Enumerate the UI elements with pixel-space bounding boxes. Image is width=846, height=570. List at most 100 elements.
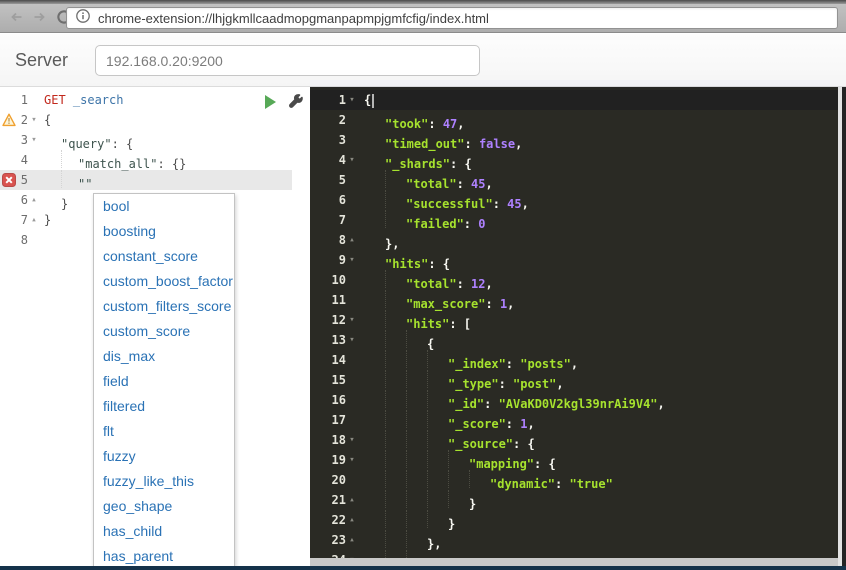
- autocomplete-item[interactable]: field: [94, 369, 234, 394]
- url-text: chrome-extension://lhjgkmllcaadmopgmanpa…: [98, 10, 489, 26]
- response-line[interactable]: 2 "took": 47,: [310, 110, 838, 131]
- line-number: 5: [20, 173, 28, 187]
- text-cursor: [372, 93, 375, 108]
- autocomplete-item[interactable]: custom_score: [94, 319, 234, 344]
- forward-icon[interactable]: [30, 6, 50, 28]
- response-line[interactable]: 1 ▾{: [310, 90, 838, 110]
- server-input[interactable]: [95, 45, 480, 76]
- error-icon: [2, 173, 16, 187]
- line-number: 6: [20, 193, 28, 207]
- line-number: 22: [331, 513, 346, 527]
- fold-down-icon[interactable]: ▾: [346, 250, 358, 270]
- fold-down-icon[interactable]: ▾: [346, 550, 358, 558]
- response-line[interactable]: 11 "max_score": 1,: [310, 290, 838, 311]
- fold-down-icon[interactable]: ▾: [346, 330, 358, 350]
- autocomplete-item[interactable]: custom_boost_factor: [94, 269, 234, 294]
- line-number: 13: [331, 333, 346, 347]
- response-line[interactable]: 17 "_score": 1,: [310, 410, 838, 431]
- response-line[interactable]: 14 "_index": "posts",: [310, 350, 838, 371]
- response-line[interactable]: 21 ▴}: [310, 490, 838, 511]
- response-line[interactable]: 5 "total": 45,: [310, 170, 838, 191]
- autocomplete-item[interactable]: dis_max: [94, 344, 234, 369]
- line-number: 2: [20, 113, 28, 127]
- line-number: 8: [338, 233, 346, 247]
- url-bar[interactable]: chrome-extension://lhjgkmllcaadmopgmanpa…: [66, 7, 838, 29]
- warning-icon: [2, 113, 16, 127]
- autocomplete-item[interactable]: custom_filters_score: [94, 294, 234, 319]
- fold-up-icon[interactable]: ▴: [346, 490, 358, 510]
- fold-up-icon[interactable]: ▴: [28, 190, 40, 210]
- fold-up-icon[interactable]: ▴: [346, 230, 358, 250]
- line-number: 8: [20, 233, 28, 247]
- response-panel[interactable]: 1 ▾{2 "took": 47, 3 "timed_out": false, 4 ▾ "_s…: [310, 87, 838, 558]
- line-number: 2: [338, 113, 346, 127]
- response-line[interactable]: 12 ▾ "hits": [: [310, 310, 838, 331]
- line-number: 9: [338, 253, 346, 267]
- response-line[interactable]: 4 ▾ "_shards": {: [310, 150, 838, 171]
- settings-wrench-icon[interactable]: [288, 93, 304, 109]
- line-number: 3: [20, 133, 28, 147]
- autocomplete-item[interactable]: boosting: [94, 219, 234, 244]
- response-line[interactable]: 19 ▾ "mapping": {: [310, 450, 838, 471]
- response-line[interactable]: 3 "timed_out": false,: [310, 130, 838, 151]
- line-number: 1: [338, 93, 346, 107]
- response-line[interactable]: 15 "_type": "post",: [310, 370, 838, 391]
- line-number: 10: [331, 273, 346, 287]
- autocomplete-item[interactable]: constant_score: [94, 244, 234, 269]
- server-label: Server: [15, 50, 69, 70]
- line-number: 21: [331, 493, 346, 507]
- fold-up-icon[interactable]: ▴: [28, 210, 40, 230]
- autocomplete-item[interactable]: fuzzy_like_this: [94, 469, 234, 494]
- server-toolbar: Server: [0, 34, 846, 87]
- autocomplete-item[interactable]: flt: [94, 419, 234, 444]
- fold-up-icon[interactable]: ▴: [346, 510, 358, 530]
- autocomplete-item[interactable]: has_child: [94, 519, 234, 544]
- response-line[interactable]: 6 "successful": 45,: [310, 190, 838, 211]
- line-number: 4: [20, 153, 28, 167]
- response-line[interactable]: 24▾{: [310, 550, 838, 558]
- fold-down-icon[interactable]: ▾: [346, 430, 358, 450]
- window-bottom-edge: [0, 566, 846, 570]
- fold-down-icon[interactable]: ▾: [346, 310, 358, 330]
- fold-down-icon[interactable]: ▾: [346, 150, 358, 170]
- response-line[interactable]: 9 ▾ "hits": {: [310, 250, 838, 271]
- line-number: 1: [20, 93, 28, 107]
- fold-down-icon[interactable]: ▾: [346, 90, 358, 110]
- request-line[interactable]: 4 "match_all": {}: [0, 150, 292, 171]
- response-line[interactable]: 8 ▴},: [310, 230, 838, 251]
- page-info-icon[interactable]: [75, 8, 91, 29]
- autocomplete-item[interactable]: has_parent: [94, 544, 234, 566]
- response-line[interactable]: 16 "_id": "AVaKD0V2kgl39nrAi9V4",: [310, 390, 838, 411]
- line-number: 18: [331, 433, 346, 447]
- fold-up-icon[interactable]: ▴: [346, 530, 358, 550]
- request-line[interactable]: 1 GET _search: [0, 90, 292, 110]
- fold-down-icon[interactable]: ▾: [346, 450, 358, 470]
- request-line[interactable]: 2 ▾{: [0, 110, 292, 130]
- autocomplete-item[interactable]: bool: [94, 194, 234, 219]
- request-line[interactable]: 3 ▾ "query": {: [0, 130, 292, 151]
- send-request-icon[interactable]: [265, 95, 276, 109]
- line-number: 3: [338, 133, 346, 147]
- response-line[interactable]: 22 ▴}: [310, 510, 838, 531]
- line-number: 16: [331, 393, 346, 407]
- line-number: 4: [338, 153, 346, 167]
- response-line[interactable]: 18 ▾ "_source": {: [310, 430, 838, 451]
- response-line[interactable]: 23 ▴},: [310, 530, 838, 551]
- response-line[interactable]: 13 ▾{: [310, 330, 838, 351]
- autocomplete-dropdown: bool boosting constant_score custom_boost_f…: [93, 193, 235, 567]
- fold-down-icon[interactable]: ▾: [28, 110, 40, 130]
- response-line[interactable]: 10 "total": 12,: [310, 270, 838, 291]
- back-icon[interactable]: [6, 6, 26, 28]
- fold-down-icon[interactable]: ▾: [28, 130, 40, 150]
- autocomplete-item[interactable]: geo_shape: [94, 494, 234, 519]
- window-right-border: [842, 87, 846, 570]
- line-number: 15: [331, 373, 346, 387]
- autocomplete-item[interactable]: fuzzy: [94, 444, 234, 469]
- line-number: 7: [20, 213, 28, 227]
- autocomplete-item[interactable]: filtered: [94, 394, 234, 419]
- request-line[interactable]: 5 "": [0, 170, 292, 191]
- line-number: 23: [331, 533, 346, 547]
- line-number: 20: [331, 473, 346, 487]
- response-line[interactable]: 20 "dynamic": "true": [310, 470, 838, 491]
- response-line[interactable]: 7 "failed": 0: [310, 210, 838, 231]
